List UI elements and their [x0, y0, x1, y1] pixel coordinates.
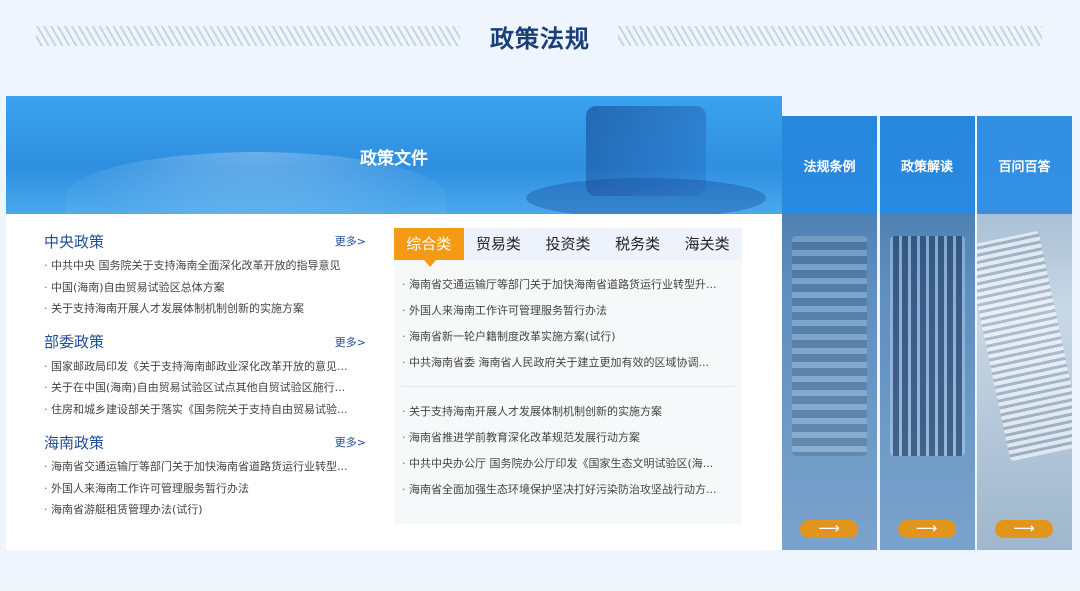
- more-link-central[interactable]: 更多>: [335, 233, 366, 249]
- tab-tax[interactable]: 税务类: [603, 228, 673, 260]
- page-header: 政策法规: [0, 0, 1080, 72]
- bottom-shade: [0, 578, 1080, 591]
- bookshelf-image: [889, 236, 965, 456]
- list-item[interactable]: 关于支持海南开展人才发展体制机制创新的实施方案: [402, 399, 734, 425]
- list-item[interactable]: 海南省交通运输厅等部门关于加快海南省道路货运行业转型升...: [402, 272, 734, 298]
- list-item[interactable]: 海南省全面加强生态环境保护坚决打好污染防治攻坚战行动方...: [402, 477, 734, 503]
- side-panels: 法规条例 ⟶ 政策解读 ⟶ 百问百答 ⟶: [782, 116, 1072, 550]
- list-item[interactable]: 外国人来海南工作许可管理服务暂行办法: [44, 478, 366, 500]
- tab-customs[interactable]: 海关类: [672, 228, 742, 260]
- section-hainan-policy: 海南政策 更多> 海南省交通运输厅等部门关于加快海南省道路货运行业转型... 外…: [44, 431, 366, 521]
- list-item[interactable]: 中共中央 国务院关于支持海南全面深化改革开放的指导意见: [44, 255, 366, 277]
- section-title: 中央政策: [44, 232, 105, 251]
- header-stripes-left: [36, 26, 460, 46]
- list-item[interactable]: 关于支持海南开展人才发展体制机制创新的实施方案: [44, 298, 366, 320]
- tab-content-list: 海南省交通运输厅等部门关于加快海南省道路货运行业转型升... 外国人来海南工作许…: [394, 260, 742, 503]
- arrow-right-icon[interactable]: ⟶: [995, 520, 1053, 538]
- panel-label: 政策解读: [900, 160, 953, 175]
- section-title: 海南政策: [44, 433, 105, 452]
- policy-banner: 政策文件: [6, 96, 782, 214]
- list-item[interactable]: 海南省交通运输厅等部门关于加快海南省道路货运行业转型...: [44, 456, 366, 478]
- section-head: 海南政策 更多>: [44, 431, 366, 453]
- policy-column: 中央政策 更多> 中共中央 国务院关于支持海南全面深化改革开放的指导意见 中国(…: [44, 230, 366, 532]
- tab-trade[interactable]: 贸易类: [464, 228, 534, 260]
- arrow-right-icon[interactable]: ⟶: [897, 520, 956, 538]
- section-head: 中央政策 更多>: [44, 230, 366, 252]
- policy-documents-card: 政策文件 中央政策 更多> 中共中央 国务院关于支持海南全面深化改革开放的指导意…: [6, 96, 782, 550]
- page-title: 政策法规: [490, 24, 590, 53]
- category-tabs: 综合类 贸易类 投资类 税务类 海关类: [394, 228, 742, 267]
- section-ministry-policy: 部委政策 更多> 国家邮政局印发《关于支持海南邮政业深化改革开放的意见... 关…: [44, 331, 366, 421]
- list-item[interactable]: 关于在中国(海南)自由贸易试验区试点其他自贸试验区施行...: [44, 377, 366, 399]
- side-panel-regulations[interactable]: 法规条例 ⟶: [782, 116, 877, 550]
- list-item[interactable]: 海南省推进学前教育深化改革规范发展行动方案: [402, 425, 734, 451]
- section-head: 部委政策 更多>: [44, 331, 366, 353]
- list-item[interactable]: 国家邮政局印发《关于支持海南邮政业深化改革开放的意见...: [44, 356, 366, 378]
- list-item[interactable]: 中共海南省委 海南省人民政府关于建立更加有效的区域协调...: [402, 350, 734, 376]
- side-panel-faq[interactable]: 百问百答 ⟶: [977, 116, 1072, 550]
- panel-label: 百问百答: [998, 160, 1051, 175]
- list-divider: [402, 386, 734, 387]
- list-item[interactable]: 外国人来海南工作许可管理服务暂行办法: [402, 298, 734, 324]
- gavel-base-image: [526, 178, 766, 214]
- more-link-hainan[interactable]: 更多>: [335, 434, 366, 450]
- list-item[interactable]: 中共中央办公厅 国务院办公厅印发《国家生态文明试验区(海...: [402, 451, 734, 477]
- books-image: [792, 236, 867, 456]
- section-central-policy: 中央政策 更多> 中共中央 国务院关于支持海南全面深化改革开放的指导意见 中国(…: [44, 230, 366, 320]
- list-item[interactable]: 中国(海南)自由贸易试验区总体方案: [44, 277, 366, 299]
- tab-comprehensive[interactable]: 综合类: [394, 228, 464, 267]
- header-stripes-right: [618, 26, 1042, 46]
- side-panel-interpretation[interactable]: 政策解读 ⟶: [879, 116, 975, 550]
- category-tab-panel: 综合类 贸易类 投资类 税务类 海关类 海南省交通运输厅等部门关于加快海南省道路…: [394, 228, 742, 524]
- section-title: 部委政策: [44, 333, 105, 351]
- banner-title: 政策文件: [360, 149, 428, 169]
- panel-label: 法规条例: [803, 160, 856, 175]
- more-link-ministry[interactable]: 更多>: [335, 334, 366, 350]
- arrow-right-icon[interactable]: ⟶: [800, 520, 858, 538]
- list-item[interactable]: 住房和城乡建设部关于落实《国务院关于支持自由贸易试验...: [44, 399, 366, 421]
- list-item[interactable]: 海南省游艇租赁管理办法(试行): [44, 499, 366, 521]
- tab-investment[interactable]: 投资类: [533, 228, 603, 260]
- documents-image: [977, 230, 1072, 462]
- list-item[interactable]: 海南省新一轮户籍制度改革实施方案(试行): [402, 324, 734, 350]
